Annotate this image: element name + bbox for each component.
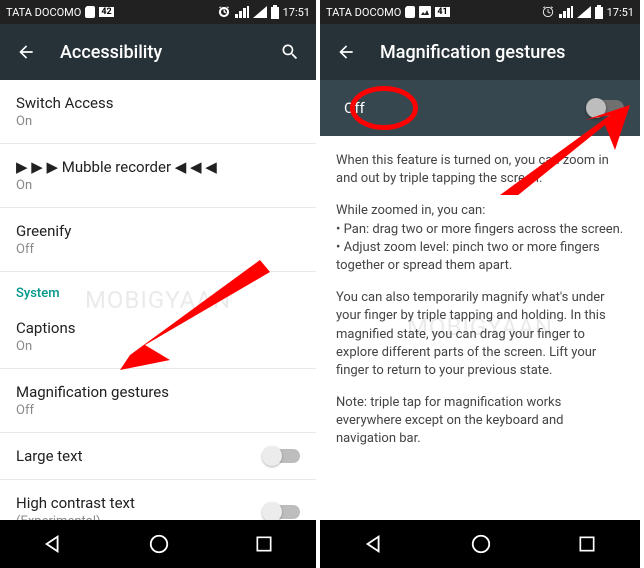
accessibility-list[interactable]: Switch Access On ▶ ▶ ▶ Mubble recorder ◀… (0, 80, 316, 520)
description-para: When this feature is turned on, you can … (336, 152, 624, 188)
back-button[interactable] (328, 34, 364, 70)
magnification-gestures-item[interactable]: Magnification gestures Off (0, 369, 316, 433)
master-toggle[interactable] (588, 100, 624, 116)
item-label: Magnification gestures (16, 383, 300, 401)
nav-bar (0, 520, 316, 568)
circle-home-icon (470, 533, 492, 555)
item-status: On (16, 114, 300, 129)
item-label: High contrast text (16, 494, 300, 512)
time-label: 17:51 (283, 6, 310, 19)
carrier-label: TATA DOCOMO (326, 6, 401, 19)
nav-home-button[interactable] (470, 533, 492, 555)
triangle-back-icon (42, 533, 64, 555)
large-text-item[interactable]: Large text (0, 433, 316, 480)
time-label: 17:51 (607, 6, 634, 19)
item-status: On (16, 178, 300, 193)
item-status: Off (16, 242, 300, 257)
battery-icon (271, 5, 279, 19)
section-system: System (0, 272, 316, 305)
large-text-toggle[interactable] (264, 449, 300, 463)
app-bar: Magnification gestures (320, 24, 640, 80)
status-bar: TATA DOCOMO 42 17:51 (0, 0, 316, 24)
nav-back-button[interactable] (42, 533, 64, 555)
alarm-icon (217, 5, 231, 19)
item-label: Greenify (16, 222, 300, 240)
description-para: Note: triple tap for magnification works… (336, 394, 624, 449)
signal-icon (559, 6, 573, 18)
signal-icon-2 (253, 6, 267, 18)
square-recent-icon (254, 534, 274, 554)
signal-icon (235, 6, 249, 18)
signal-icon-2 (577, 6, 591, 18)
switch-access-item[interactable]: Switch Access On (0, 80, 316, 144)
nav-back-button[interactable] (363, 533, 385, 555)
high-contrast-item[interactable]: High contrast text (Experimental) (0, 480, 316, 520)
greenify-item[interactable]: Greenify Off (0, 208, 316, 272)
nav-recent-button[interactable] (254, 534, 274, 554)
item-status: On (16, 339, 300, 354)
description-para: You can also temporarily magnify what's … (336, 289, 624, 380)
status-bar: TATA DOCOMO 41 17:51 (320, 0, 640, 24)
signal-badge: 41 (435, 7, 449, 17)
search-icon (280, 42, 300, 62)
triangle-back-icon (363, 533, 385, 555)
arrow-back-icon (16, 42, 36, 62)
nav-home-button[interactable] (148, 533, 170, 555)
nav-bar (320, 520, 640, 568)
description-para: While zoomed in, you can: • Pan: drag tw… (336, 202, 624, 275)
search-button[interactable] (272, 34, 308, 70)
square-recent-icon (577, 534, 597, 554)
sim-icon (85, 6, 95, 18)
item-status: Off (16, 403, 300, 418)
page-title: Magnification gestures (380, 42, 624, 63)
alarm-icon (541, 5, 555, 19)
description-content: When this feature is turned on, you can … (320, 136, 640, 520)
toggle-state-label: Off (344, 99, 365, 117)
left-screen: TATA DOCOMO 42 17:51 Accessibility Switc… (0, 0, 320, 568)
back-button[interactable] (8, 34, 44, 70)
battery-icon (595, 5, 603, 19)
page-title: Accessibility (60, 42, 272, 63)
item-label: Captions (16, 319, 300, 337)
image-icon (419, 6, 431, 18)
circle-home-icon (148, 533, 170, 555)
app-bar: Accessibility (0, 24, 316, 80)
high-contrast-toggle[interactable] (264, 505, 300, 519)
nav-recent-button[interactable] (577, 534, 597, 554)
sim-icon (405, 6, 415, 18)
captions-item[interactable]: Captions On (0, 305, 316, 369)
signal-badge: 42 (99, 7, 113, 17)
carrier-label: TATA DOCOMO (6, 6, 81, 19)
item-label: Switch Access (16, 94, 300, 112)
item-label: ▶ ▶ ▶ Mubble recorder ◀ ◀ ◀ (16, 158, 300, 176)
master-toggle-bar[interactable]: Off (320, 80, 640, 136)
right-screen: TATA DOCOMO 41 17:51 Magnification gestu… (320, 0, 640, 568)
arrow-back-icon (336, 42, 356, 62)
mubble-recorder-item[interactable]: ▶ ▶ ▶ Mubble recorder ◀ ◀ ◀ On (0, 144, 316, 208)
item-label: Large text (16, 447, 300, 465)
